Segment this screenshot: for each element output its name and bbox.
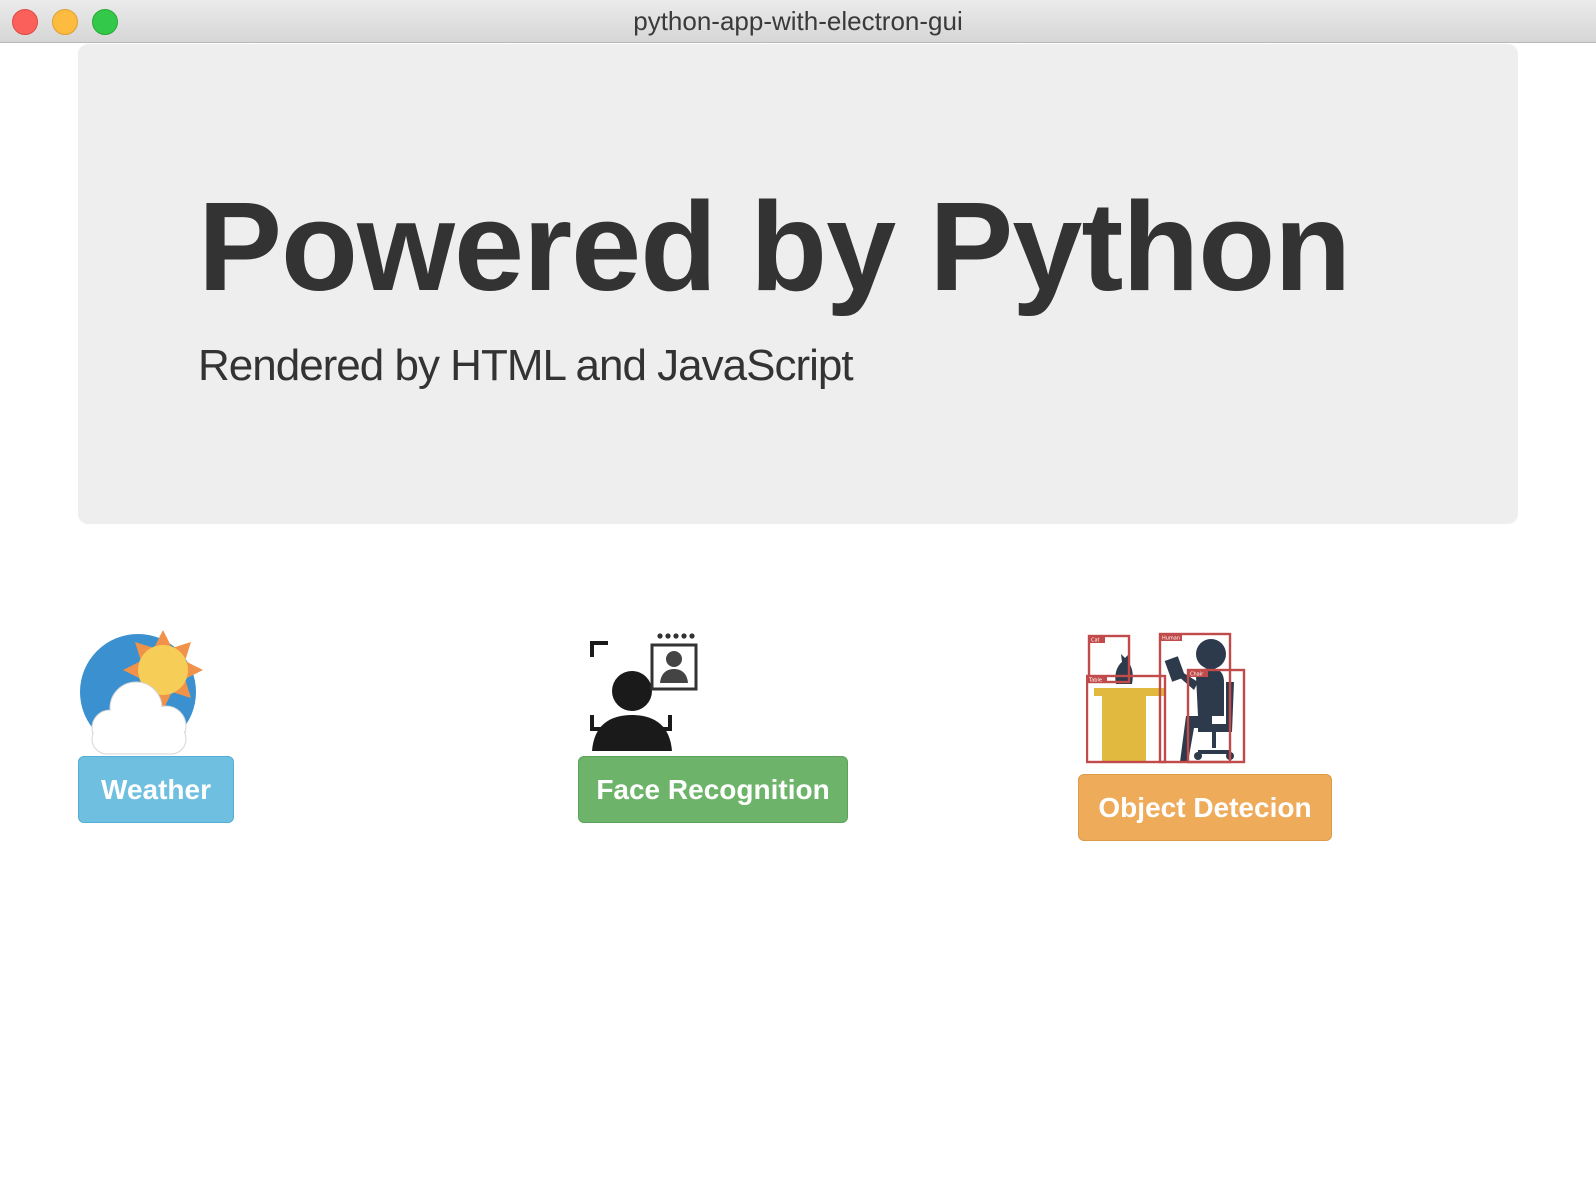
cat-box-label: Cat — [1091, 638, 1100, 644]
hero-subtitle: Rendered by HTML and JavaScript — [198, 341, 854, 390]
object-detection-button[interactable]: Object Detecion — [1078, 774, 1332, 841]
object-detection-icon: Cat Table Human Chair — [1086, 632, 1246, 764]
weather-icon — [80, 630, 203, 755]
table-box-label: Table — [1088, 678, 1102, 684]
hero-title: Powered by Python — [198, 176, 1351, 317]
window-titlebar: python-app-with-electron-gui — [0, 0, 1596, 43]
window-title: python-app-with-electron-gui — [633, 6, 963, 36]
weather-button[interactable]: Weather — [78, 756, 234, 823]
face-recognition-button[interactable]: Face Recognition — [578, 756, 848, 823]
weather-feature — [78, 630, 208, 755]
object-detection-feature: Cat Table Human Chair — [1086, 632, 1246, 764]
human-box-label: Human — [1162, 636, 1180, 642]
face-recognition-feature — [590, 633, 702, 751]
face-recognition-icon — [590, 633, 698, 751]
chair-box-label: Chair — [1190, 672, 1204, 678]
hero-panel: Powered by Python Rendered by HTML and J… — [78, 44, 1518, 524]
